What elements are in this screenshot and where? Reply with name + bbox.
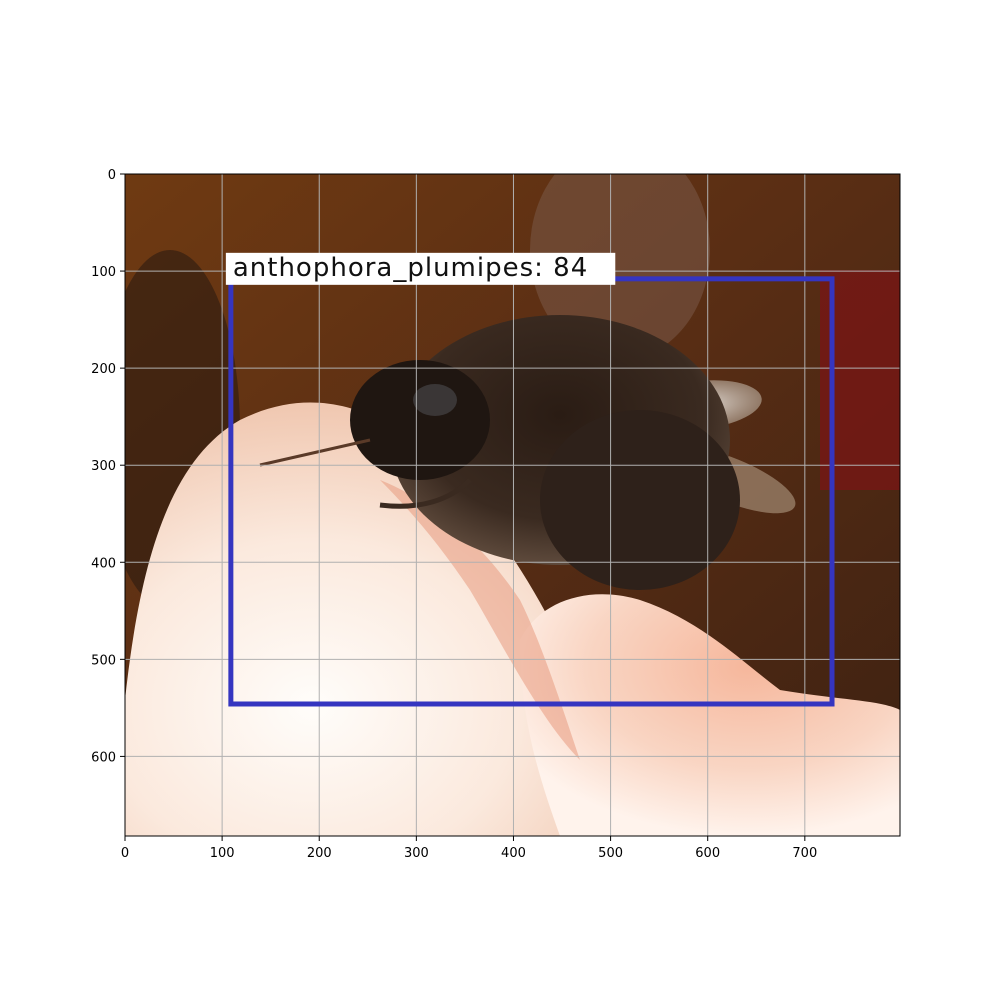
y-tick-label: 300	[91, 459, 116, 474]
y-tick-label: 500	[91, 653, 116, 668]
x-tick-label: 700	[792, 846, 817, 861]
y-tick-label: 100	[91, 265, 116, 280]
bee-head	[350, 360, 490, 480]
x-tick-label: 100	[210, 846, 235, 861]
x-tick-label: 0	[121, 846, 129, 861]
bee-eye	[413, 384, 457, 416]
bee-abdomen	[540, 410, 740, 590]
x-tick-label: 600	[695, 846, 720, 861]
x-tick-label: 300	[404, 846, 429, 861]
bounding-box-label: anthophora_plumipes: 84	[233, 253, 588, 283]
x-tick-label: 400	[501, 846, 526, 861]
y-tick-label: 600	[91, 750, 116, 765]
x-axis: 0 100 200 300 400 500 600 700	[121, 836, 817, 861]
x-tick-label: 500	[598, 846, 623, 861]
figure: anthophora_plumipes: 84 0 100 200 300 400 500…	[91, 168, 901, 861]
y-tick-label: 0	[108, 168, 116, 183]
y-tick-label: 400	[91, 556, 116, 571]
y-tick-label: 200	[91, 362, 116, 377]
y-axis: 0 100 200 300 400 500 600	[91, 168, 125, 765]
photo	[125, 174, 900, 836]
x-tick-label: 200	[307, 846, 332, 861]
